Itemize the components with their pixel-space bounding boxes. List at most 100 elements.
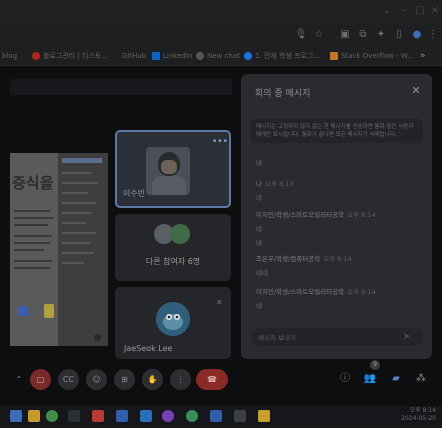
start-icon[interactable] — [10, 410, 22, 422]
tistory-icon — [32, 52, 40, 60]
message-time: 오후 8:14 — [347, 288, 376, 296]
chat-input-placeholder: 메시지 보내기 — [258, 334, 296, 342]
chat-message: 조은우/학생/컴퓨터공학 오후 8:14 네네 — [256, 253, 352, 277]
bookmark-label: blog — [2, 52, 18, 60]
clock-date: 2024-05-20 — [401, 415, 436, 422]
chat-message: 나 오후 8:13 네 — [256, 178, 294, 202]
slide-logo-icon — [18, 306, 28, 316]
message-time: 오후 8:14 — [347, 211, 376, 219]
message-sender: 나 — [256, 180, 262, 188]
profile-icon[interactable]: ● — [410, 28, 424, 42]
participant-tile-others[interactable] — [115, 214, 231, 281]
minimize-icon[interactable]: – — [398, 4, 412, 18]
file-explorer-icon[interactable] — [28, 410, 40, 422]
puzzle-icon[interactable]: ✦ — [374, 28, 388, 42]
send-icon[interactable]: ➤ — [403, 331, 415, 343]
chat-message: 네 — [256, 157, 262, 167]
message-sender: 조은우/학생/컴퓨터공학 — [256, 255, 321, 263]
message-text: 네 — [256, 239, 262, 247]
avatar — [170, 224, 190, 244]
camera-off-button[interactable]: ▢ — [30, 369, 51, 390]
app-icon[interactable] — [186, 410, 198, 422]
more-options-icon[interactable]: ••• — [212, 138, 228, 147]
maximize-icon[interactable]: □ — [413, 4, 427, 18]
bookmark-label: 블로그관리 | 티스토... — [43, 52, 109, 60]
chevron-down-icon[interactable]: ⌄ — [380, 4, 394, 18]
message-time: 오후 8:13 — [264, 180, 294, 188]
message-text: 네네 — [256, 269, 268, 277]
camera-options-chevron-icon[interactable]: ⌃ — [12, 369, 26, 390]
participant-body — [152, 176, 186, 195]
message-header: 이지민/학생/스마트모빌리티공학 오후 8:14 — [256, 286, 376, 296]
message-header: 조은우/학생/컴퓨터공학 오후 8:14 — [256, 253, 352, 263]
mic-icon[interactable]: 🎙 — [294, 28, 308, 42]
chat-message: 이지민/학생/스마트모빌리티공학 오후 8:14 네 — [256, 286, 376, 310]
panel-dot-icon — [94, 334, 101, 341]
chrome-icon[interactable] — [46, 410, 58, 422]
message-text: 네 — [256, 159, 262, 167]
activities-icon[interactable]: ⁂ — [413, 371, 429, 387]
bookmark-label: New chat — [207, 52, 240, 60]
message-text: 네 — [256, 225, 262, 233]
browser-titlebar — [0, 0, 442, 24]
copy-icon[interactable]: ⧉ — [356, 28, 370, 42]
app-icon[interactable] — [234, 410, 246, 422]
overflow-label: » — [420, 51, 426, 61]
panel-header — [62, 158, 102, 163]
message-header: 이지민/학생/스마트모빌리티공학 오후 8:14 — [256, 209, 376, 219]
bookmark-tistory[interactable]: 블로그관리 | 티스토... — [32, 48, 108, 64]
extension-icon[interactable]: ▣ — [338, 28, 352, 42]
more-options-button[interactable]: ⋮ — [170, 369, 191, 390]
chat-icon — [196, 52, 204, 60]
bookmarks-overflow[interactable]: » — [420, 48, 426, 64]
participant-name: 이수빈 — [123, 189, 146, 198]
mail-icon[interactable] — [140, 410, 152, 422]
message-sender: 이지민/학생/스마트모빌리티공학 — [256, 211, 345, 219]
bookmark-blog[interactable]: blog — [2, 48, 17, 64]
chat-panel-title: 회의 중 메시지 — [255, 89, 311, 99]
stackoverflow-icon — [330, 52, 338, 60]
site-icon — [244, 52, 252, 60]
leave-call-button[interactable]: ☎ — [196, 369, 228, 390]
sidebar-icon[interactable]: ▯ — [392, 28, 406, 42]
emoji-button[interactable]: ☺ — [86, 369, 107, 390]
bookmark-label: GitHub — [122, 52, 147, 60]
system-clock[interactable]: 오후 8:14 2024-05-20 — [396, 407, 436, 423]
bookmark-label: 1. 전체 학생 프로그... — [255, 52, 321, 60]
info-icon[interactable]: ⓘ — [337, 371, 353, 387]
app-icon[interactable] — [162, 410, 174, 422]
others-count-label: 다른 참여자 6명 — [145, 257, 201, 266]
bookmark-github[interactable]: GitHub — [122, 48, 146, 64]
captions-button[interactable]: CC — [58, 369, 79, 390]
search-icon[interactable] — [92, 410, 104, 422]
bookmark-linkedin[interactable]: LinkedIn — [152, 48, 192, 64]
message-text: 네 — [256, 302, 262, 310]
bookmark-student-program[interactable]: 1. 전체 학생 프로그... — [244, 48, 320, 64]
chat-message: 이지민/학생/스마트모빌리티공학 오후 8:14 네 네 — [256, 209, 376, 247]
app-icon[interactable] — [68, 410, 80, 422]
menu-kebab-icon[interactable]: ⋮ — [426, 28, 440, 42]
bookmark-new-chat[interactable]: New chat — [196, 48, 240, 64]
screen: ⌄ – □ × 🎙 ☆ ▣ ⧉ ✦ ▯ ● ⋮ blog 블로그관리 | 티스토… — [0, 0, 442, 428]
panel-lines — [62, 172, 102, 272]
message-sender: 이지민/학생/스마트모빌리티공학 — [256, 288, 345, 296]
star-icon[interactable]: ☆ — [312, 28, 326, 42]
chat-notice: 메시지는 고정하지 않지 않는 한 메시지를 전송하면 통화 중인 사용자에게만… — [251, 119, 423, 143]
store-icon[interactable] — [116, 410, 128, 422]
chat-icon[interactable]: ▰ — [388, 371, 404, 387]
app-icon[interactable] — [210, 410, 222, 422]
bookmark-label: LinkedIn — [163, 52, 193, 60]
linkedin-icon — [152, 52, 160, 60]
close-window-icon[interactable]: × — [428, 4, 442, 18]
bookmark-stackoverflow[interactable]: Stack Overflow - W... — [330, 48, 414, 64]
close-icon[interactable]: ✕ — [410, 85, 422, 97]
present-screen-button[interactable]: ⊞ — [114, 369, 135, 390]
app-icon[interactable] — [258, 410, 270, 422]
meeting-topbar — [10, 79, 232, 95]
clock-time: 오후 8:14 — [409, 407, 436, 414]
people-icon[interactable]: 👥 — [362, 371, 378, 387]
participant-name: JaeSeok Lee — [124, 344, 173, 353]
raise-hand-button[interactable]: ✋ — [142, 369, 163, 390]
participant-face — [161, 160, 177, 174]
people-count-badge: 9 — [370, 360, 380, 370]
